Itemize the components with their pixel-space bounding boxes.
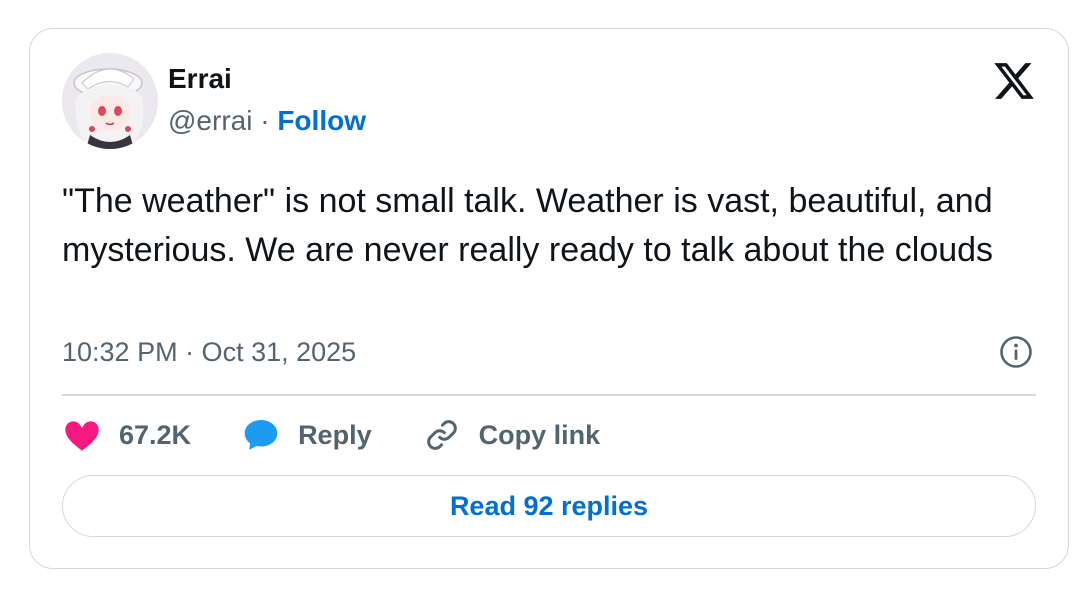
link-icon <box>426 420 457 450</box>
divider <box>62 394 1036 396</box>
x-logo-icon[interactable] <box>992 59 1036 103</box>
reply-label: Reply <box>298 419 372 450</box>
tweet-timestamp[interactable]: 10:32 PM · Oct 31, 2025 <box>62 335 356 369</box>
follow-button[interactable]: Follow <box>277 105 366 136</box>
separator-dot: · <box>260 105 278 136</box>
like-count: 67.2K <box>119 419 192 450</box>
action-bar: 67.2K Reply Copy link <box>62 415 650 455</box>
author-meta: @errai · Follow <box>168 104 366 138</box>
reply-button[interactable]: Reply <box>241 415 372 455</box>
speech-bubble-icon <box>244 420 278 450</box>
author-handle[interactable]: @errai <box>168 105 252 136</box>
read-replies-button[interactable]: Read 92 replies <box>62 475 1036 537</box>
tweet-text: "The weather" is not small talk. Weather… <box>62 182 994 269</box>
like-button[interactable]: 67.2K <box>62 415 191 455</box>
copy-link-button[interactable]: Copy link <box>422 415 601 455</box>
avatar[interactable] <box>62 53 158 149</box>
author-name[interactable]: Errai <box>168 62 232 96</box>
info-icon[interactable] <box>999 335 1033 369</box>
copy-link-label: Copy link <box>478 419 601 450</box>
tweet-card: Errai @errai · Follow "The weather" is n… <box>29 28 1069 569</box>
heart-icon <box>65 421 99 451</box>
